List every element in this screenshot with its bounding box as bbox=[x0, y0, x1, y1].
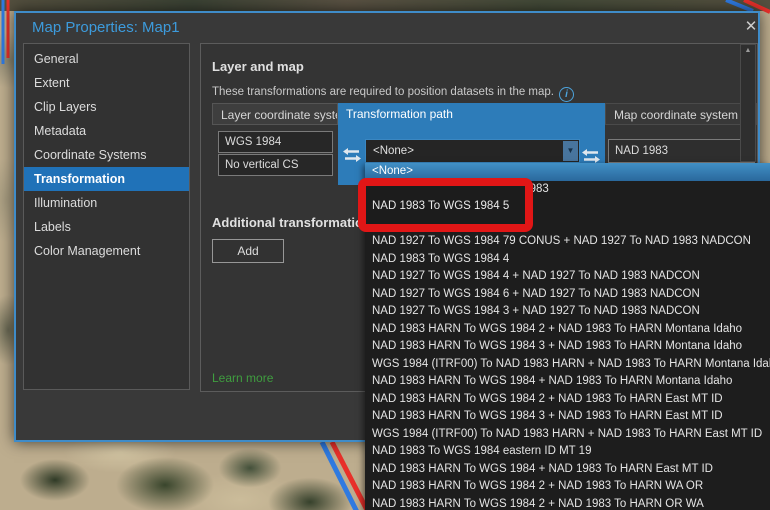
column-header-layer-cs: Layer coordinate system bbox=[212, 103, 338, 125]
sidebar-item-general[interactable]: General bbox=[24, 47, 189, 71]
section-description: These transformations are required to po… bbox=[212, 86, 574, 102]
screenshot-root: { "window": { "title": "Map Properties: … bbox=[0, 0, 770, 510]
dropdown-item[interactable]: NAD 1983 HARN To WGS 1984 2 + NAD 1983 T… bbox=[365, 321, 770, 339]
combobox-value: <None> bbox=[373, 145, 414, 157]
dropdown-item[interactable]: NAD 1927 To WGS 1984 3 + NAD 1927 To NAD… bbox=[365, 303, 770, 321]
close-icon[interactable]: ✕ bbox=[738, 15, 764, 39]
dropdown-item[interactable]: NAD 1983 To WGS 1984 eastern ID MT 19 bbox=[365, 443, 770, 461]
dropdown-item[interactable]: NAD 1983 HARN To WGS 1984 2 + NAD 1983 T… bbox=[365, 496, 770, 510]
scroll-up-icon[interactable]: ▲ bbox=[741, 45, 755, 57]
sidebar-item-clip-layers[interactable]: Clip Layers bbox=[24, 95, 189, 119]
layer-coordinate-system-value: WGS 1984 bbox=[218, 131, 333, 153]
sidebar-item-illumination[interactable]: Illumination bbox=[24, 191, 189, 215]
annotated-item-label: NAD 1983 To WGS 1984 5 bbox=[372, 198, 509, 216]
section-heading: Layer and map bbox=[212, 59, 304, 74]
additional-transformations-heading: Additional transformations bbox=[212, 215, 378, 230]
dropdown-item[interactable]: NAD 1983 HARN To WGS 1984 2 + NAD 1983 T… bbox=[365, 391, 770, 409]
dropdown-item[interactable]: NAD 1927 To WGS 1984 4 + NAD 1927 To NAD… bbox=[365, 268, 770, 286]
description-text: These transformations are required to po… bbox=[212, 86, 554, 98]
dropdown-item[interactable]: NAD 1983 HARN To WGS 1984 + NAD 1983 To … bbox=[365, 461, 770, 479]
column-header-transformation-path: Transformation path bbox=[338, 103, 605, 125]
layer-vertical-cs-value: No vertical CS bbox=[218, 154, 333, 176]
vertical-scrollbar[interactable]: ▲ bbox=[740, 44, 756, 162]
sidebar-item-coordinate-systems[interactable]: Coordinate Systems bbox=[24, 143, 189, 167]
add-button[interactable]: Add bbox=[212, 239, 284, 263]
dropdown-item[interactable]: NAD 1927 To WGS 1984 79 CONUS + NAD 1927… bbox=[365, 233, 770, 251]
chevron-down-icon[interactable]: ▼ bbox=[563, 141, 578, 161]
dropdown-item[interactable]: NAD 1983 HARN To WGS 1984 + NAD 1983 To … bbox=[365, 373, 770, 391]
dropdown-item[interactable]: NAD 1983 HARN To WGS 1984 3 + NAD 1983 T… bbox=[365, 338, 770, 356]
transformation-path-combobox[interactable]: <None> ▼ bbox=[365, 139, 580, 163]
column-header-map-cs: Map coordinate system bbox=[605, 103, 757, 125]
sidebar-item-color-management[interactable]: Color Management bbox=[24, 239, 189, 263]
red-highlight-annotation: NAD 1983 To WGS 1984 5 bbox=[358, 178, 533, 232]
sidebar-item-transformation[interactable]: Transformation bbox=[24, 167, 189, 191]
dropdown-item[interactable]: NAD 1927 To WGS 1984 6 + NAD 1927 To NAD… bbox=[365, 286, 770, 304]
map-imagery-top-strip bbox=[0, 0, 770, 11]
map-coordinate-system-value: NAD 1983 bbox=[608, 139, 755, 163]
sidebar-item-labels[interactable]: Labels bbox=[24, 215, 189, 239]
dialog-title: Map Properties: Map1 bbox=[32, 19, 180, 36]
learn-more-link[interactable]: Learn more bbox=[212, 371, 273, 385]
properties-sidebar: General Extent Clip Layers Metadata Coor… bbox=[23, 43, 190, 390]
dropdown-item[interactable]: NAD 1983 HARN To WGS 1984 3 + NAD 1983 T… bbox=[365, 408, 770, 426]
dropdown-item[interactable]: WGS 1984 (ITRF00) To NAD 1983 HARN + NAD… bbox=[365, 356, 770, 374]
sidebar-item-extent[interactable]: Extent bbox=[24, 71, 189, 95]
swap-arrows-icon[interactable] bbox=[343, 148, 361, 162]
info-icon[interactable]: i bbox=[559, 87, 574, 102]
dropdown-item[interactable]: NAD 1983 HARN To WGS 1984 2 + NAD 1983 T… bbox=[365, 478, 770, 496]
dropdown-item[interactable]: NAD 1983 To WGS 1984 4 bbox=[365, 251, 770, 269]
swap-arrows-icon[interactable] bbox=[582, 149, 600, 163]
dropdown-item[interactable]: WGS 1984 (ITRF00) To NAD 1983 HARN + NAD… bbox=[365, 426, 770, 444]
sidebar-item-metadata[interactable]: Metadata bbox=[24, 119, 189, 143]
